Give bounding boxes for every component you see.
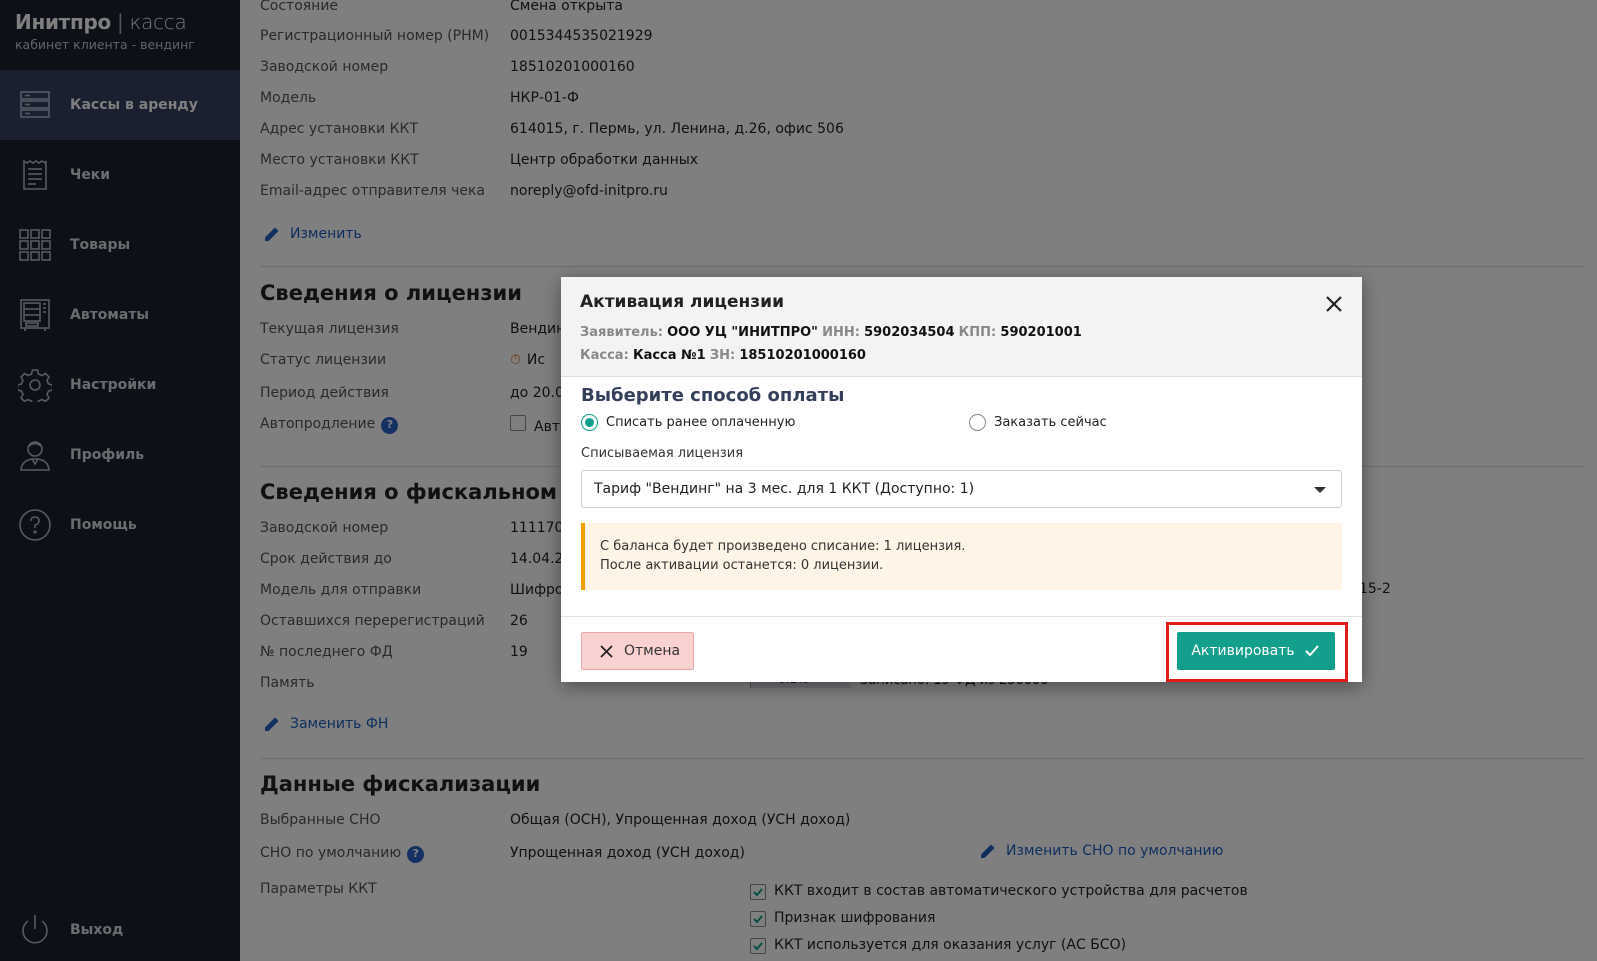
license-select[interactable]: Тариф "Вендинг" на 3 мес. для 1 ККТ (Дос… <box>581 470 1342 508</box>
radio-order-now[interactable]: Заказать сейчас <box>969 414 1107 431</box>
license-activation-modal: Активация лицензии Заявитель: ООО УЦ "ИН… <box>561 277 1362 682</box>
modal-body: Выберите способ оплаты Списать ранее опл… <box>561 377 1362 613</box>
modal-applicant-info: Заявитель: ООО УЦ "ИНИТПРО" ИНН: 5902034… <box>580 325 1082 363</box>
modal-title: Активация лицензии <box>580 292 784 312</box>
radio-prepaid[interactable]: Списать ранее оплаченную <box>581 414 969 431</box>
radio-dot <box>969 414 986 431</box>
balance-warning-alert: С баланса будет произведено списание: 1 … <box>581 523 1342 590</box>
chevron-down-icon <box>1314 487 1326 493</box>
license-select-label: Списываемая лицензия <box>581 446 744 461</box>
payment-method-radios: Списать ранее оплаченную Заказать сейчас <box>581 414 1342 431</box>
close-icon[interactable] <box>1322 292 1346 316</box>
payment-method-title: Выберите способ оплаты <box>581 385 845 406</box>
cancel-button[interactable]: Отмена <box>581 632 694 670</box>
modal-footer: Отмена Активировать <box>561 616 1362 682</box>
checkmark-icon <box>1304 645 1319 657</box>
modal-header: Активация лицензии Заявитель: ООО УЦ "ИН… <box>561 277 1362 377</box>
radio-dot-selected <box>581 414 598 431</box>
close-icon <box>600 644 613 658</box>
activate-button[interactable]: Активировать <box>1177 632 1335 670</box>
